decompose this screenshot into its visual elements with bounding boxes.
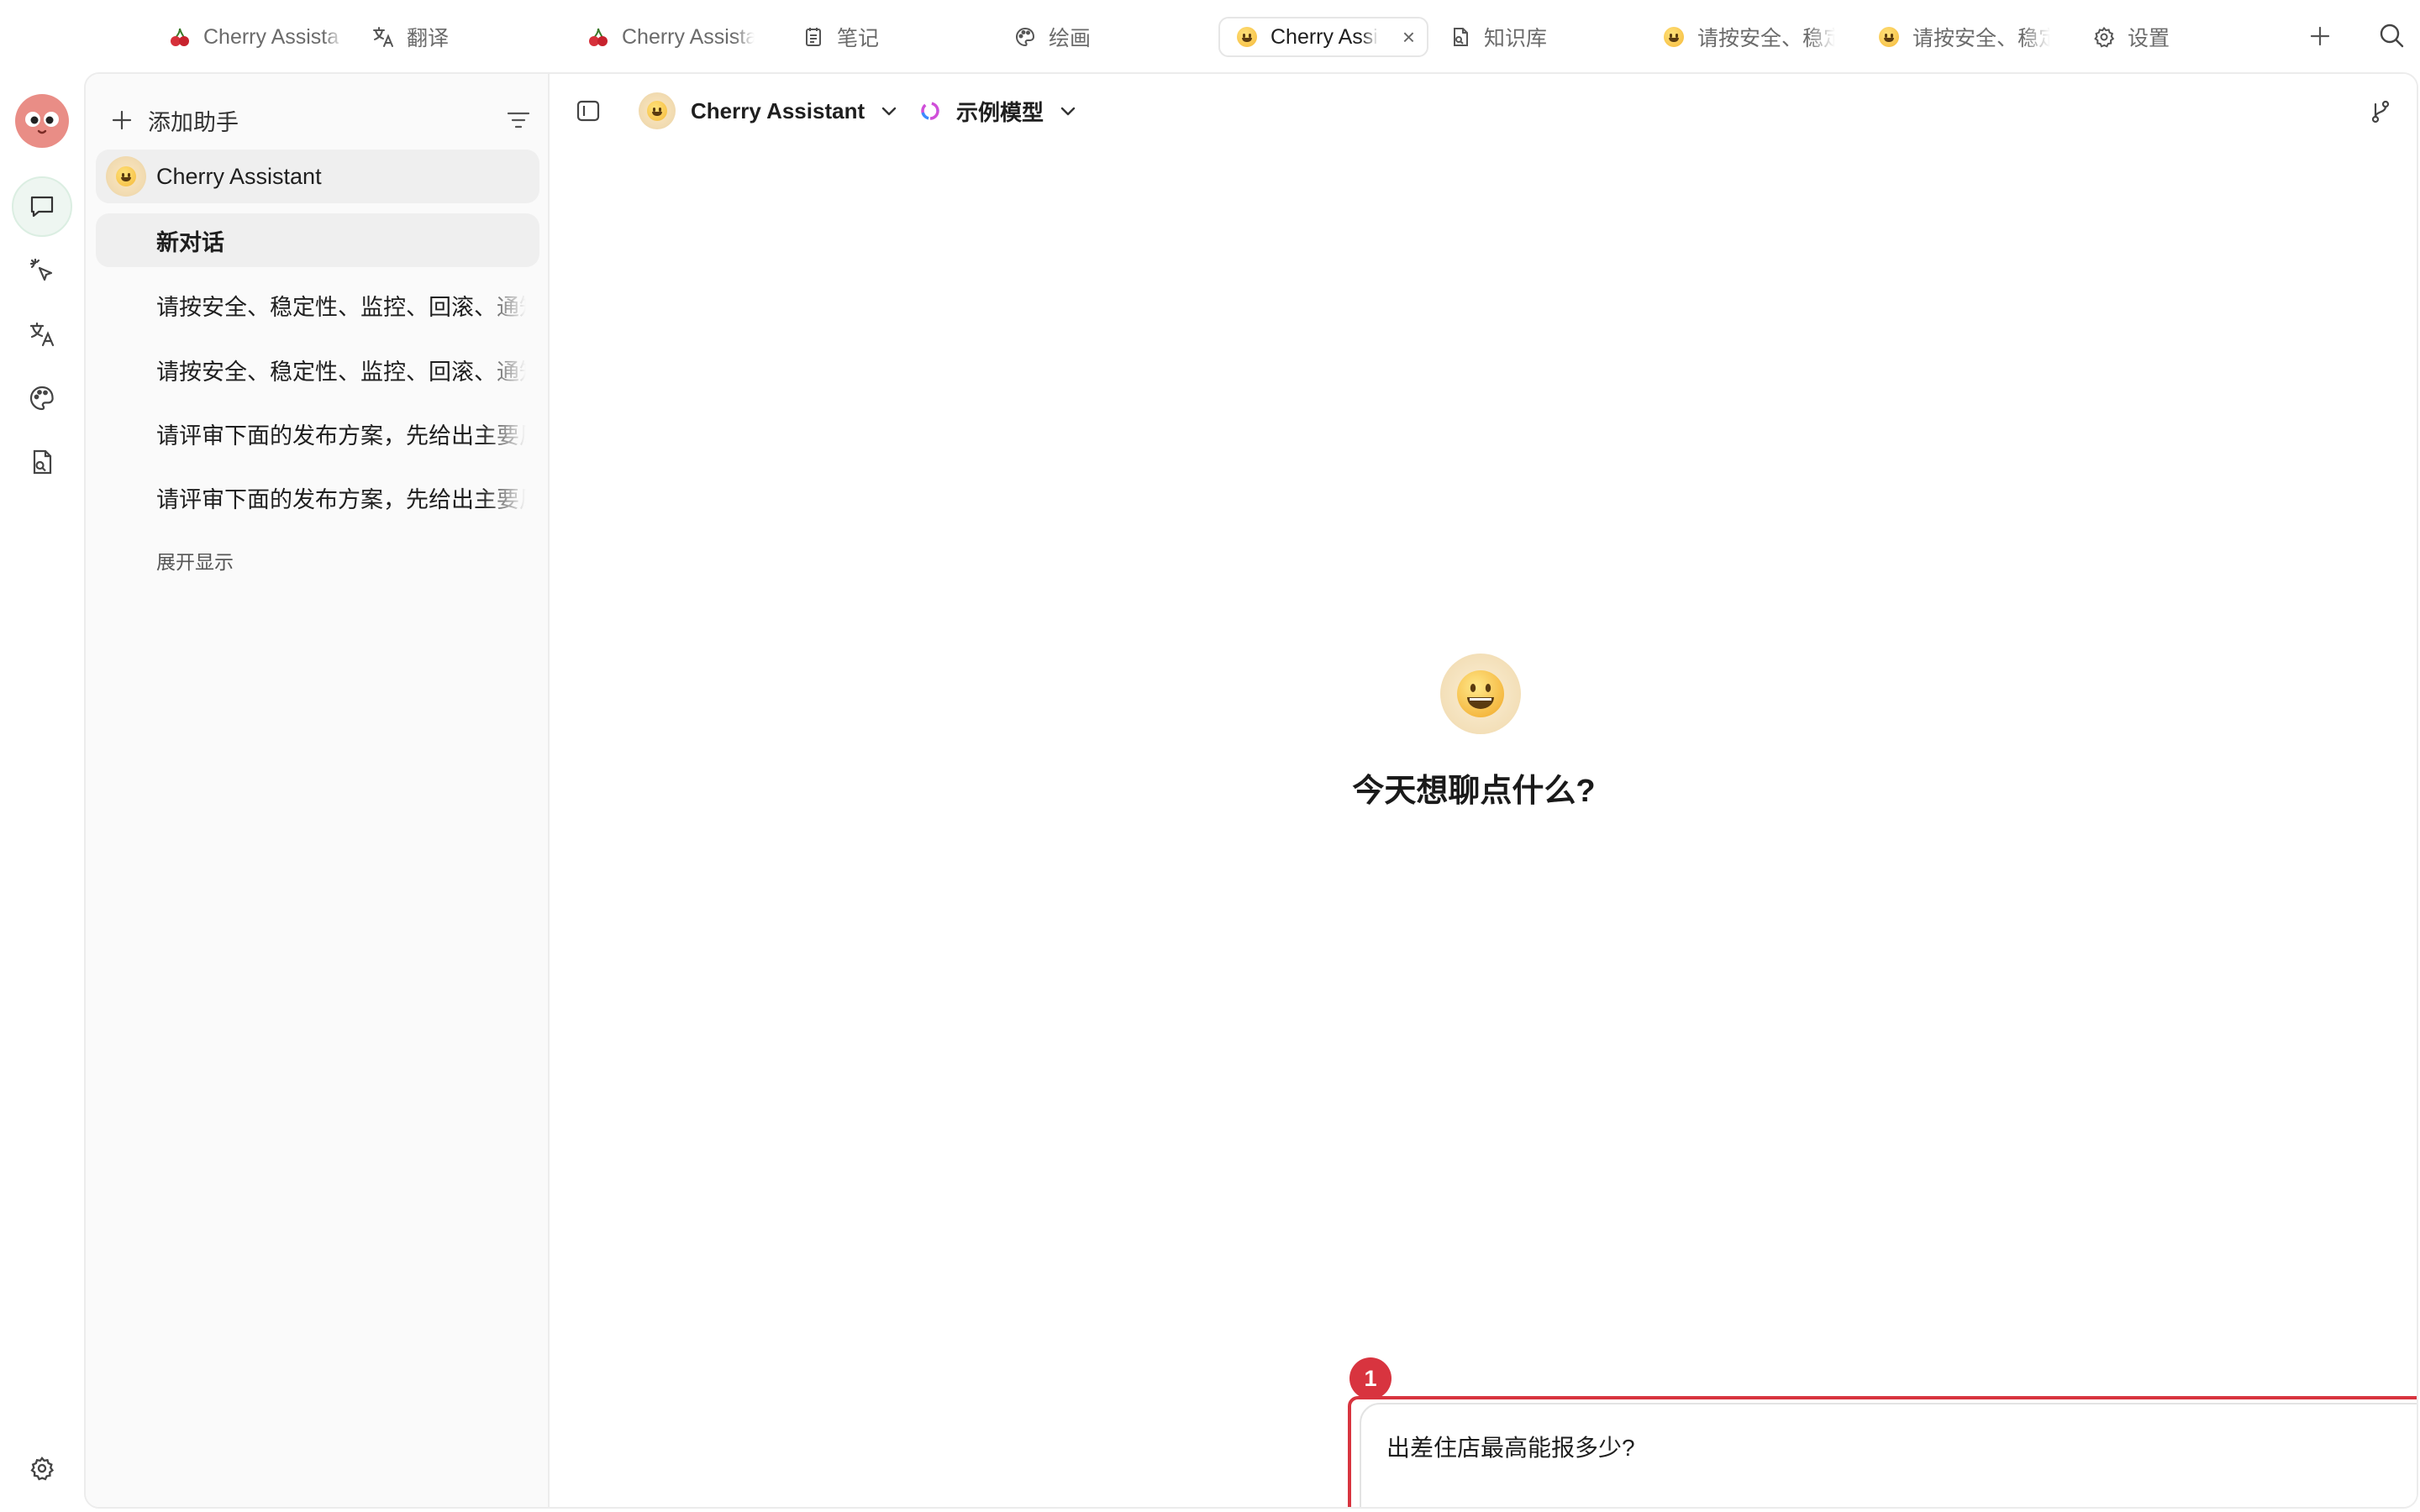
translate-icon	[371, 25, 395, 49]
topic-label: 请按安全、稳定性、监控、回滚、通知	[156, 294, 526, 320]
search-button[interactable]	[2378, 22, 2405, 49]
plus-icon	[111, 109, 133, 131]
topic-item[interactable]: 请按安全、稳定性、监控、回滚、通知	[96, 343, 539, 396]
welcome-emoji-icon	[1440, 654, 1521, 734]
gear-icon	[29, 1456, 55, 1481]
toggle-sidebar-button[interactable]	[575, 97, 602, 124]
tab-label: Cherry Assi	[1270, 24, 1378, 49]
branch-icon	[2368, 99, 2393, 124]
tab-label: Cherry Assista	[203, 24, 339, 49]
model-selector-label: 示例模型	[956, 99, 1044, 125]
sidebar-header: 添加助手	[111, 99, 531, 141]
topic-label: 请按安全、稳定性、监控、回滚、通知	[156, 359, 526, 385]
tab-cherry-assistant-1[interactable]: Cherry Assista	[168, 17, 353, 57]
topic-label: 新对话	[156, 229, 224, 255]
notes-icon	[802, 25, 825, 49]
chevron-down-icon	[880, 102, 898, 120]
tab-label: 翻译	[407, 27, 450, 50]
tab-label: 请按安全、稳定	[1912, 27, 2050, 50]
sidebar-toggle-icon	[575, 97, 602, 124]
search-icon	[2378, 22, 2405, 49]
model-selector[interactable]: 示例模型	[919, 91, 1077, 131]
rail-paint-button[interactable]	[12, 368, 72, 428]
chat-header: Cherry Assistant 示例模型	[550, 74, 2417, 148]
tab-notes[interactable]: 笔记	[802, 17, 902, 57]
topic-item[interactable]: 新对话	[96, 213, 539, 267]
assistant-selector-label: Cherry Assistant	[691, 97, 865, 123]
knowledge-icon	[28, 448, 56, 476]
palette-icon	[1013, 25, 1037, 49]
tab-bar: Cherry Assista 翻译 Cherry Assista 笔记 绘画 C…	[0, 0, 2420, 72]
add-assistant-button[interactable]: 添加助手	[111, 104, 239, 137]
topic-item[interactable]: 请按安全、稳定性、监控、回滚、通知	[96, 278, 539, 332]
main-window: 添加助手 Cherry Assistant 新对话 请按安全、稳定性、监控、回滚…	[84, 72, 2418, 1509]
tab-label: 绘画	[1049, 27, 1092, 50]
topic-label: 请评审下面的发布方案，先给出主要风险	[156, 423, 526, 449]
tab-label: 请按安全、稳定	[1697, 27, 1835, 50]
tab-translate[interactable]: 翻译	[371, 17, 472, 57]
chat-area: Cherry Assistant 示例模型 今天想聊点什么? 1 出差住店最高能…	[550, 74, 2417, 1507]
tab-label: Cherry Assista	[622, 24, 755, 49]
translate-icon	[28, 320, 56, 349]
add-assistant-label: 添加助手	[148, 109, 239, 135]
expand-more-link[interactable]: 展开显示	[156, 546, 234, 575]
chat-icon	[28, 192, 56, 221]
tab-topic-2[interactable]: 请按安全、稳定	[1877, 17, 2059, 57]
smile-emoji-icon	[106, 156, 146, 197]
filter-button[interactable]	[506, 108, 531, 133]
close-icon[interactable]: ×	[1402, 24, 1415, 50]
assistant-sidebar: 添加助手 Cherry Assistant 新对话 请按安全、稳定性、监控、回滚…	[86, 74, 550, 1507]
rail-knowledge-button[interactable]	[12, 432, 72, 492]
assistant-selector[interactable]: Cherry Assistant	[639, 91, 898, 131]
tab-settings[interactable]: 设置	[2092, 17, 2193, 57]
tab-painting[interactable]: 绘画	[1013, 17, 1114, 57]
welcome-title: 今天想聊点什么?	[1352, 774, 1596, 809]
topic-item[interactable]: 请评审下面的发布方案，先给出主要风险	[96, 407, 539, 460]
left-rail	[0, 72, 84, 1512]
topic-item[interactable]: 请评审下面的发布方案，先给出主要风险	[96, 470, 539, 524]
tab-label: 知识库	[1484, 27, 1548, 50]
smile-emoji-icon	[1235, 25, 1259, 49]
new-tab-button[interactable]	[2307, 24, 2333, 49]
assistant-name: Cherry Assistant	[156, 163, 322, 189]
branch-button[interactable]	[2368, 99, 2393, 124]
model-logo-icon	[919, 100, 941, 122]
rail-agents-button[interactable]	[12, 240, 72, 301]
step-badge: 1	[1349, 1357, 1392, 1399]
knowledge-icon	[1449, 25, 1472, 49]
rail-settings-button[interactable]	[12, 1438, 72, 1499]
smile-emoji-icon	[639, 92, 676, 129]
filter-icon	[506, 108, 531, 133]
rail-translate-button[interactable]	[12, 304, 72, 365]
avatar[interactable]	[15, 94, 69, 148]
cherry-icon	[168, 25, 192, 49]
tab-knowledge-base[interactable]: 知识库	[1449, 17, 1575, 57]
tab-cherry-assistant-active[interactable]: Cherry Assi ×	[1218, 17, 1428, 57]
gear-icon	[2092, 25, 2116, 49]
topic-label: 请评审下面的发布方案，先给出主要风险	[156, 486, 526, 512]
sparkle-pointer-icon	[28, 256, 56, 285]
cherry-icon	[587, 25, 610, 49]
rail-chat-button[interactable]	[12, 176, 72, 237]
tab-label: 笔记	[837, 27, 880, 50]
message-input-box[interactable]: 出差住店最高能报多少?	[1360, 1403, 2417, 1507]
tab-cherry-assistant-2[interactable]: Cherry Assista	[587, 17, 755, 57]
tab-label: 设置	[2128, 27, 2170, 50]
tab-topic-1[interactable]: 请按安全、稳定	[1662, 17, 1844, 57]
assistant-item[interactable]: Cherry Assistant	[96, 150, 539, 203]
smile-emoji-icon	[1662, 25, 1686, 49]
chevron-down-icon	[1059, 102, 1077, 120]
smile-emoji-icon	[1877, 25, 1901, 49]
message-input[interactable]: 出差住店最高能报多少?	[1386, 1430, 1635, 1463]
palette-icon	[28, 384, 56, 412]
